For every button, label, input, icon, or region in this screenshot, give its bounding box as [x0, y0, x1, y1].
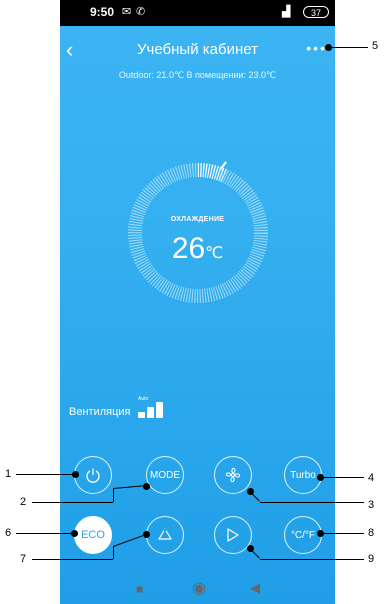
- fan-speed-icon[interactable]: [138, 402, 168, 418]
- swing-vertical-button[interactable]: [146, 516, 184, 554]
- temperature-info: Outdoor: 21.0℃ В помещении: 23.0℃: [118, 70, 277, 80]
- annotation-4: 4: [368, 472, 375, 484]
- annotation-line-6: [16, 533, 74, 534]
- annotation-line-1: [16, 474, 76, 475]
- annotation-line-5: [328, 47, 368, 48]
- power-icon: [86, 468, 100, 483]
- annotation-line-4: [320, 477, 364, 478]
- annotation-1: 1: [5, 468, 12, 480]
- annotation-5: 5: [372, 40, 379, 52]
- temperature-unit: ℃: [205, 245, 224, 262]
- turbo-button[interactable]: Turbo: [284, 456, 322, 494]
- app-screen: 9:50 ✉ ✆ ▟ 37 ‹ Учебный кабинет ••• Outd…: [60, 0, 335, 604]
- annotation-line-3: [260, 502, 364, 503]
- annotation-6: 6: [5, 527, 12, 539]
- annotation-dot-7: [143, 531, 150, 538]
- annotation-9: 9: [368, 553, 375, 565]
- annotation-line-8: [320, 533, 364, 534]
- page-title: Учебный кабинет: [137, 41, 258, 58]
- home-icon[interactable]: ◉: [192, 578, 206, 598]
- ventilation-label: Вентиляция: [69, 406, 131, 418]
- annotation-3: 3: [368, 499, 375, 511]
- swing-vertical-icon: [158, 528, 172, 540]
- annotation-2: 2: [20, 496, 27, 508]
- mode-button[interactable]: MODE: [146, 456, 184, 494]
- annotation-dot-6: [71, 530, 78, 537]
- more-dots-icon[interactable]: •••: [306, 38, 327, 58]
- dial-pointer: [219, 161, 227, 171]
- annotation-line-9: [260, 559, 364, 560]
- eco-button[interactable]: ECO: [74, 516, 112, 554]
- status-time: 9:50: [90, 5, 115, 19]
- notification-icon: ✉: [122, 6, 132, 18]
- annotation-dot-1: [72, 471, 79, 478]
- signal-icon: ▟: [282, 6, 291, 18]
- units-button[interactable]: °C/°F: [284, 516, 322, 554]
- fan-button[interactable]: [214, 456, 252, 494]
- temperature-value: 26℃: [60, 232, 335, 266]
- annotation-dot-2: [143, 483, 150, 490]
- status-bar: 9:50 ✉ ✆ ▟ 37: [60, 0, 335, 26]
- annotation-line-2: [32, 502, 113, 503]
- annotation-line-7: [32, 559, 113, 560]
- mode-label: ОХЛАЖДЕНИЕ: [170, 216, 225, 223]
- annotation-8: 8: [368, 527, 375, 539]
- fan-icon: [225, 467, 241, 483]
- app-header: ‹ Учебный кабинет •••: [60, 38, 335, 62]
- annotation-line-2b: [113, 488, 114, 502]
- temperature-number: 26: [171, 232, 206, 265]
- annotation-line-7b: [113, 546, 114, 559]
- swing-horizontal-icon: [227, 528, 239, 542]
- annotation-7: 7: [20, 553, 27, 565]
- phone-icon: ✆: [136, 6, 146, 18]
- power-button[interactable]: [74, 456, 112, 494]
- battery-icon: 37: [303, 6, 329, 18]
